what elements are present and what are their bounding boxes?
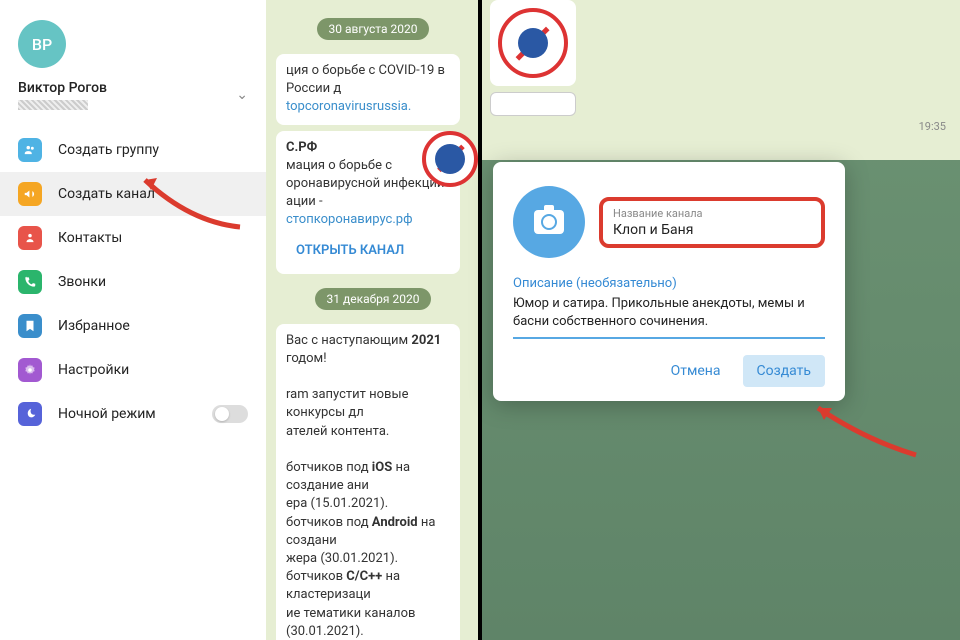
text: жера (30.01.2021). xyxy=(286,551,398,566)
menu-saved[interactable]: Избранное xyxy=(0,304,266,348)
text: 2021 xyxy=(411,333,441,348)
text: ие тематики каналов (30.01.2021). xyxy=(286,606,415,639)
field-label: Название канала xyxy=(613,207,811,220)
text: C/C++ xyxy=(346,569,382,584)
gear-icon xyxy=(18,358,42,382)
menu-label: Настройки xyxy=(58,362,248,378)
menu-calls[interactable]: Звонки xyxy=(0,260,266,304)
field-value: Клоп и Баня xyxy=(613,222,811,238)
menu-label: Контакты xyxy=(58,230,248,246)
cancel-button[interactable]: Отмена xyxy=(657,355,735,387)
menu-label: Создать группу xyxy=(58,142,248,158)
date-pill: 30 августа 2020 xyxy=(317,18,430,40)
menu-label: Ночной режим xyxy=(58,406,196,422)
avatar[interactable]: ВР xyxy=(18,20,66,68)
sticker-message xyxy=(490,0,576,86)
chat-panel-right: 19:35 Название канала Клоп и Баня Описан… xyxy=(480,0,960,640)
menu-night-mode[interactable]: Ночной режим xyxy=(0,392,266,436)
text: ателей контента. xyxy=(286,424,389,439)
date-pill: 31 декабря 2020 xyxy=(315,288,432,310)
annotation-arrow-icon xyxy=(806,400,926,460)
text: ера (15.01.2021). xyxy=(286,496,388,511)
annotation-arrow-icon xyxy=(130,172,250,232)
split-divider xyxy=(478,0,482,640)
menu-label: Избранное xyxy=(58,318,248,334)
contacts-icon xyxy=(18,226,42,250)
chat-panel-left: 30 августа 2020 ция о борьбе с COVID-19 … xyxy=(266,0,480,640)
text: ботчиков под xyxy=(286,515,372,530)
create-channel-modal: Название канала Клоп и Баня Описание (не… xyxy=(493,162,845,401)
chat-background: 19:35 xyxy=(480,0,960,160)
description-label: Описание (необязательно) xyxy=(513,276,825,291)
link[interactable]: topcoronavirusrussia. xyxy=(286,99,411,114)
text: ации - xyxy=(286,194,323,209)
phone-hidden xyxy=(18,100,88,110)
text: С.РФ xyxy=(286,140,317,155)
message: ция о борьбе с COVID-19 в России д topco… xyxy=(276,54,460,125)
camera-icon xyxy=(534,210,564,234)
text: iOS xyxy=(372,460,392,475)
sidebar: ВР Виктор Рогов ⌄ Создать группу Создать… xyxy=(0,0,266,640)
user-name: Виктор Рогов xyxy=(18,80,107,96)
text: Вас с наступающим xyxy=(286,333,411,348)
moon-icon xyxy=(18,402,42,426)
text: мация о борьбе с xyxy=(286,158,392,173)
text: оронавирусной инфекции xyxy=(286,176,444,191)
text: ботчиков под xyxy=(286,460,372,475)
create-button[interactable]: Создать xyxy=(743,355,826,387)
megaphone-icon xyxy=(18,182,42,206)
group-icon xyxy=(18,138,42,162)
text: годом! xyxy=(286,351,327,366)
phone-icon xyxy=(18,270,42,294)
text: ция о борьбе с COVID-19 в России д xyxy=(286,63,445,96)
chevron-down-icon[interactable]: ⌄ xyxy=(236,87,248,103)
link[interactable]: стопкоронавирус.рф xyxy=(286,212,413,227)
channel-name-field[interactable]: Название канала Клоп и Баня xyxy=(599,197,825,248)
text: Android xyxy=(372,515,418,530)
bookmark-icon xyxy=(18,314,42,338)
channel-photo-button[interactable] xyxy=(513,186,585,258)
text: ram запустит новые конкурсы дл xyxy=(286,387,408,420)
text-input-stub[interactable] xyxy=(490,92,576,116)
menu-settings[interactable]: Настройки xyxy=(0,348,266,392)
message-time: 19:35 xyxy=(919,120,946,133)
menu-create-group[interactable]: Создать группу xyxy=(0,128,266,172)
open-channel-button[interactable]: ОТКРЫТЬ КАНАЛ xyxy=(286,236,414,266)
night-mode-toggle[interactable] xyxy=(212,405,248,423)
stop-virus-icon xyxy=(498,8,568,78)
description-input[interactable]: Юмор и сатира. Прикольные анекдоты, мемы… xyxy=(513,295,825,339)
text: ботчиков xyxy=(286,569,346,584)
menu-label: Звонки xyxy=(58,274,248,290)
message: С.РФ мация о борьбе с оронавирусной инфе… xyxy=(276,131,460,274)
message: Вас с наступающим 2021 годом! ram запуст… xyxy=(276,324,460,640)
